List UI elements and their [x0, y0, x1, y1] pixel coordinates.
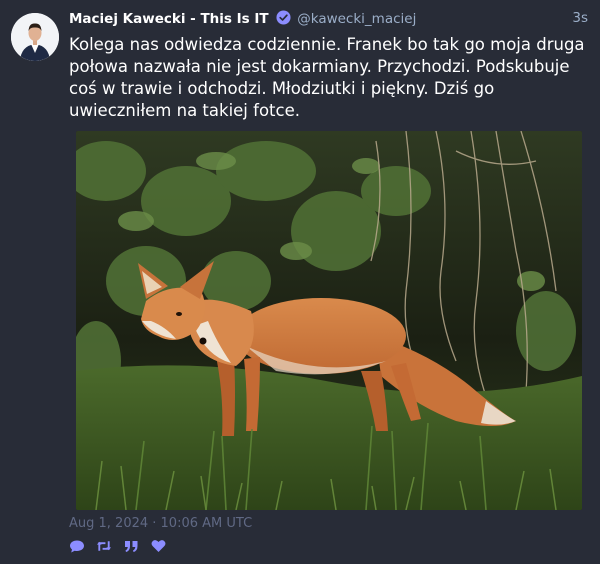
heart-icon — [151, 540, 165, 552]
relative-time[interactable]: 3s — [572, 10, 588, 26]
speech-bubble-icon — [70, 540, 84, 552]
status-header: Maciej Kawecki - This Is IT @kawecki_mac… — [69, 10, 588, 30]
account-handle[interactable]: @kawecki_maciej — [297, 11, 416, 27]
avatar-portrait — [11, 13, 59, 61]
quote-button[interactable] — [123, 538, 139, 554]
boost-button[interactable] — [96, 538, 112, 554]
fox-photo — [76, 131, 582, 510]
display-name[interactable]: Maciej Kawecki - This Is IT — [69, 11, 269, 27]
verified-badge-icon — [276, 10, 291, 29]
status-date[interactable]: Aug 1, 2024 · 10:06 AM UTC — [69, 516, 252, 531]
status-actions — [69, 538, 166, 554]
retweet-icon — [96, 541, 112, 551]
avatar[interactable] — [11, 13, 59, 61]
status-content: Kolega nas odwiedza codziennie. Franek b… — [69, 35, 585, 120]
quote-icon — [124, 540, 137, 552]
status-card: Maciej Kawecki - This Is IT @kawecki_mac… — [0, 0, 600, 564]
favourite-button[interactable] — [150, 538, 166, 554]
reply-button[interactable] — [69, 538, 85, 554]
media-attachment[interactable] — [76, 131, 582, 510]
